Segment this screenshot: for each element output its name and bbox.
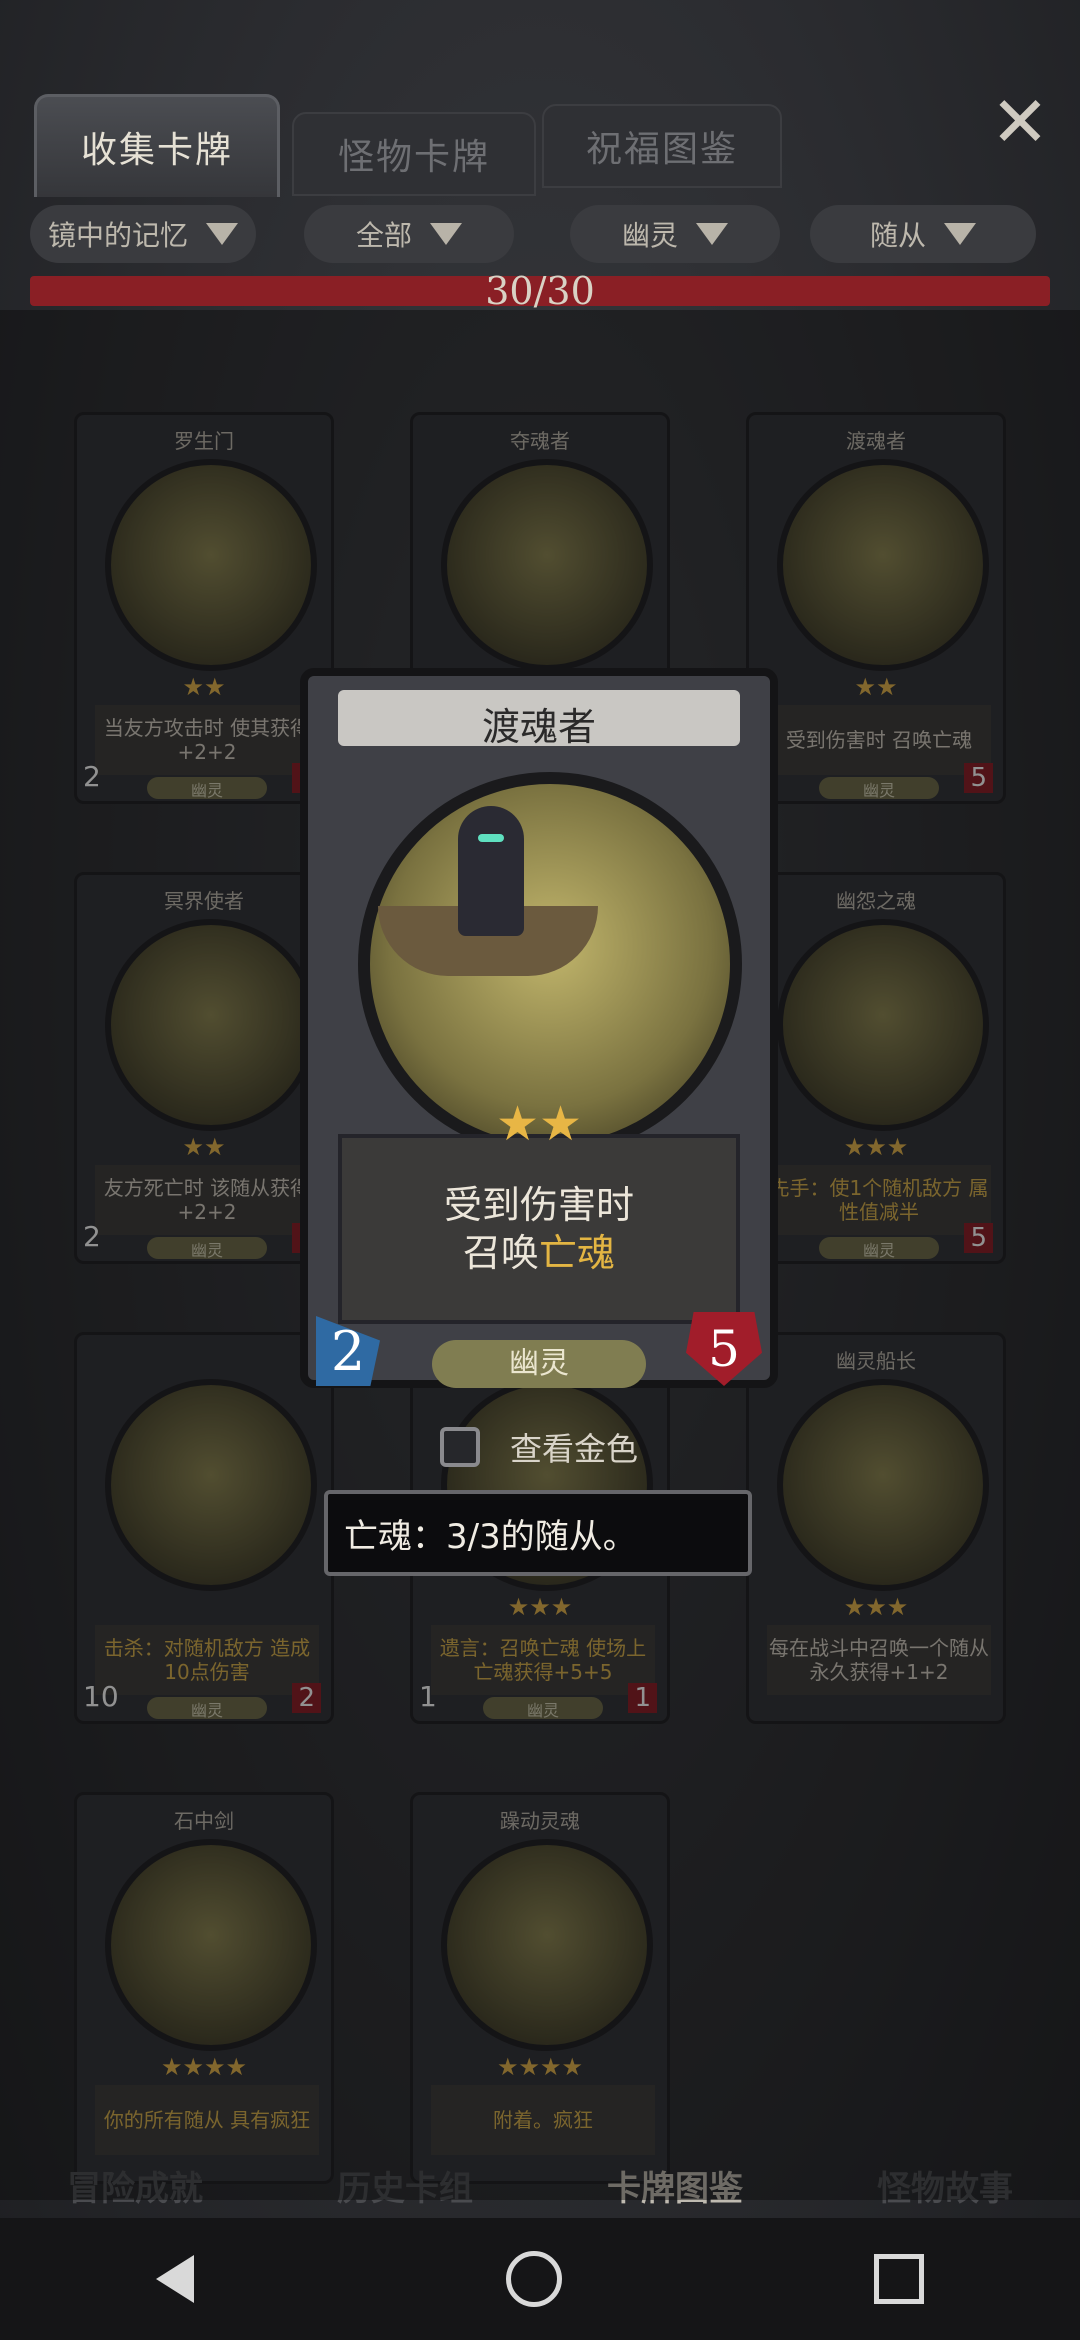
close-icon[interactable]: ✕ [984, 86, 1056, 158]
back-icon[interactable] [156, 2255, 194, 2303]
ferryman-illustration [458, 806, 524, 936]
filter-all[interactable]: 全部 [304, 205, 514, 263]
card-detail-cost: 2 [316, 1316, 380, 1386]
glowing-eyes [478, 834, 504, 842]
recents-icon[interactable] [874, 2254, 924, 2304]
filter-all-label: 全部 [355, 219, 412, 252]
tab-blessing-catalog[interactable]: 祝福图鉴 [542, 104, 782, 188]
funnel-icon [944, 223, 976, 245]
card-detail-name: 渡魂者 [481, 705, 596, 749]
home-icon[interactable] [506, 2251, 562, 2307]
view-gold-toggle[interactable]: 查看金色 [440, 1424, 638, 1470]
gold-checkbox[interactable] [440, 1427, 480, 1467]
system-nav-bar [0, 2218, 1080, 2340]
tab-collect-cards[interactable]: 收集卡牌 [34, 94, 280, 197]
collection-progress-bar: 30/30 [30, 269, 1050, 313]
filter-tribe-label: 幽灵 [621, 219, 678, 252]
card-detail-description: 受到伤害时 召唤亡魂 [338, 1134, 740, 1324]
card-detail-tribe: 幽灵 [432, 1340, 646, 1388]
description-line-2: 召唤亡魂 [463, 1229, 615, 1277]
filter-memory-label: 镜中的记忆 [47, 219, 188, 252]
card-detail[interactable]: 渡魂者 ★★ 受到伤害时 召唤亡魂 幽灵 2 5 [300, 668, 778, 1388]
description-line-1: 受到伤害时 [443, 1183, 634, 1227]
description-prefix: 召唤 [462, 1231, 539, 1275]
funnel-icon [430, 223, 462, 245]
filter-memory[interactable]: 镜中的记忆 [30, 205, 256, 263]
keyword-tooltip: 亡魂：3/3的随从。 [324, 1490, 752, 1576]
filter-type[interactable]: 随从 [810, 205, 1036, 263]
keyword-soul[interactable]: 亡魂 [539, 1231, 615, 1275]
card-detail-attack: 5 [686, 1312, 762, 1386]
filter-type-label: 随从 [869, 219, 926, 252]
view-gold-label: 查看金色 [510, 1430, 639, 1468]
progress-text: 30/30 [485, 269, 595, 313]
filter-bar: 镜中的记忆 全部 幽灵 随从 [20, 205, 1050, 263]
card-detail-stars: ★★ [495, 1096, 583, 1152]
funnel-icon [206, 223, 238, 245]
funnel-icon [696, 223, 728, 245]
filter-tribe[interactable]: 幽灵 [570, 205, 780, 263]
tab-monster-cards[interactable]: 怪物卡牌 [292, 112, 536, 196]
